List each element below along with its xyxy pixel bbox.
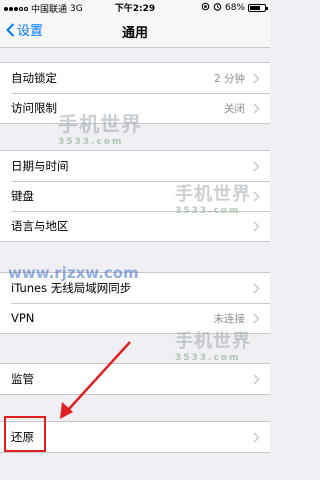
settings-group-management: 监管 xyxy=(0,363,270,395)
chevron-right-icon xyxy=(253,282,260,294)
chevron-right-icon xyxy=(253,220,260,232)
alarm-icon xyxy=(213,2,222,14)
annotation-highlight-box xyxy=(4,416,46,452)
settings-row-itunes-wifi-sync[interactable]: iTunes 无线局域网同步 xyxy=(0,273,270,303)
battery-icon xyxy=(248,4,268,12)
settings-row-date-time[interactable]: 日期与时间 xyxy=(0,151,270,181)
chevron-right-icon xyxy=(253,431,260,443)
status-bar: 中国联通 3G 下午2:29 68% xyxy=(0,0,270,15)
status-right: 68% xyxy=(201,2,268,14)
row-label: 访问限制 xyxy=(11,101,57,115)
row-label: VPN xyxy=(11,311,35,325)
settings-group-network: iTunes 无线局域网同步 VPN 未连接 xyxy=(0,272,270,334)
chevron-right-icon xyxy=(253,72,260,84)
chevron-right-icon xyxy=(253,160,260,172)
chevron-right-icon xyxy=(253,312,260,324)
chevron-right-icon xyxy=(253,190,260,202)
page-title: 通用 xyxy=(121,26,148,41)
row-label: 监管 xyxy=(11,372,34,386)
settings-group-datetime: 日期与时间 键盘 语言与地区 xyxy=(0,150,270,242)
watermark-sub-text: 3533.com xyxy=(175,353,241,363)
row-label: 还原 xyxy=(11,430,34,444)
navigation-bar: 设置 通用 xyxy=(0,14,270,48)
row-value: 2 分钟 xyxy=(213,72,245,85)
watermark-sub-text: 3533.com xyxy=(58,137,124,147)
settings-row-auto-lock[interactable]: 自动锁定 2 分钟 xyxy=(0,63,270,93)
row-label: 日期与时间 xyxy=(11,159,69,173)
settings-row-restrictions[interactable]: 访问限制 关闭 xyxy=(0,93,270,123)
row-label: 键盘 xyxy=(11,189,34,203)
chevron-right-icon xyxy=(253,373,260,385)
settings-row-vpn[interactable]: VPN 未连接 xyxy=(0,303,270,333)
row-label: 自动锁定 xyxy=(11,71,57,85)
row-label: iTunes 无线局域网同步 xyxy=(11,281,132,295)
lock-rotation-icon xyxy=(201,2,210,14)
settings-row-device-management[interactable]: 监管 xyxy=(0,364,270,394)
row-value: 关闭 xyxy=(224,102,245,115)
settings-group-lock: 自动锁定 2 分钟 访问限制 关闭 xyxy=(0,62,270,124)
battery-percent: 68% xyxy=(224,3,245,13)
row-value: 未连接 xyxy=(213,312,246,325)
settings-row-language-region[interactable]: 语言与地区 xyxy=(0,211,270,241)
settings-row-keyboard[interactable]: 键盘 xyxy=(0,181,270,211)
row-label: 语言与地区 xyxy=(11,219,69,233)
chevron-right-icon xyxy=(253,102,260,114)
